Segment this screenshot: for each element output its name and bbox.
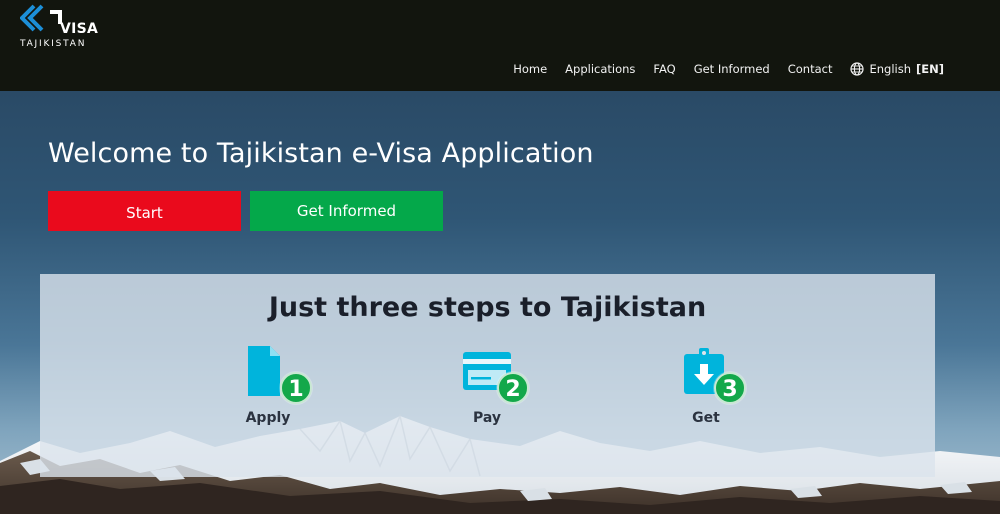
- evisa-logo[interactable]: VISA TAJIKISTAN: [20, 4, 98, 50]
- download-badge-icon: 3: [684, 348, 747, 405]
- steps-title: Just three steps to Tajikistan: [268, 292, 707, 323]
- site-header: VISA TAJIKISTAN Home Applications FAQ Ge…: [0, 0, 1000, 91]
- step-number-badge: 3: [713, 371, 747, 405]
- document-icon: 1: [248, 346, 313, 405]
- step-number-2: 2: [505, 377, 520, 402]
- language-code: [EN]: [916, 62, 944, 76]
- logo-country: TAJIKISTAN: [20, 39, 87, 49]
- step-number-3: 3: [722, 377, 737, 402]
- globe-icon: [850, 62, 865, 76]
- step-apply[interactable]: 1 Apply: [238, 344, 318, 434]
- steps-panel: Just three steps to Tajikistan 1 Apply 2…: [40, 274, 935, 477]
- main-nav: Home Applications FAQ Get Informed Conta…: [513, 61, 944, 77]
- step-number-badge: 2: [496, 371, 530, 405]
- language-selector[interactable]: English [EN]: [850, 62, 944, 76]
- step-label-get: Get: [692, 410, 720, 426]
- nav-home[interactable]: Home: [513, 61, 547, 77]
- nav-get-informed[interactable]: Get Informed: [694, 61, 770, 77]
- nav-applications[interactable]: Applications: [565, 61, 635, 77]
- start-button[interactable]: Start: [48, 191, 241, 231]
- step-label-apply: Apply: [245, 410, 291, 426]
- nav-contact[interactable]: Contact: [788, 61, 833, 77]
- step-number-1: 1: [288, 377, 303, 402]
- evisa-logo-mark-icon: [20, 4, 62, 32]
- step-pay[interactable]: 2 Pay: [457, 344, 537, 434]
- logo-word: VISA: [60, 21, 99, 37]
- credit-card-icon: 2: [463, 352, 530, 405]
- step-number-badge: 1: [279, 371, 313, 405]
- language-label: English: [869, 62, 911, 76]
- get-informed-button[interactable]: Get Informed: [250, 191, 443, 231]
- step-get[interactable]: 3 Get: [676, 344, 756, 434]
- hero-section: Welcome to Tajikistan e-Visa Application…: [0, 91, 1000, 514]
- step-label-pay: Pay: [472, 410, 502, 426]
- page-title: Welcome to Tajikistan e-Visa Application: [48, 138, 594, 169]
- nav-faq[interactable]: FAQ: [653, 61, 675, 77]
